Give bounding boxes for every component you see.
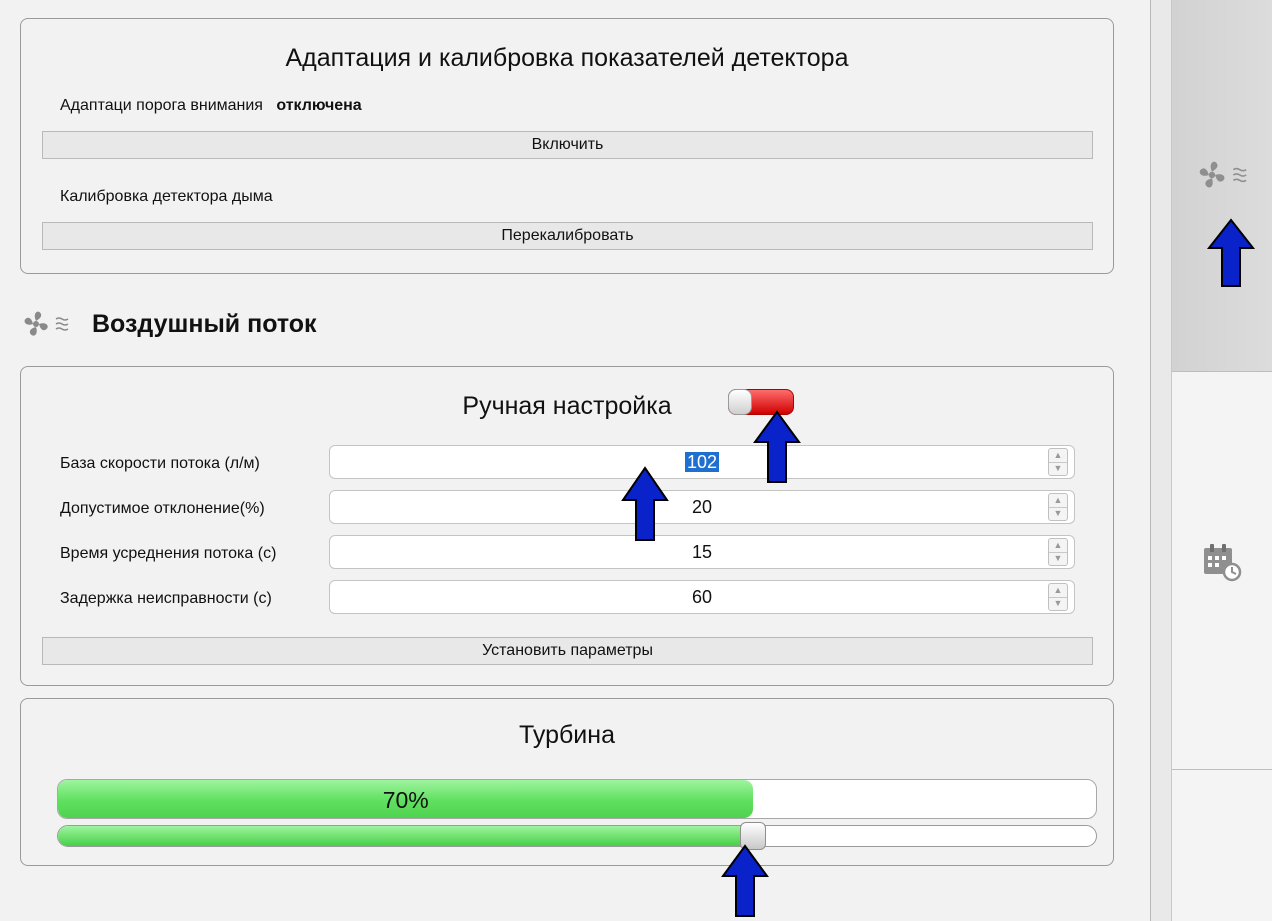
- enable-button[interactable]: Включить: [42, 131, 1093, 159]
- adaptation-label: Адаптаци порога внимания: [60, 97, 263, 114]
- averaging-stepper[interactable]: ▲ ▼: [1048, 538, 1068, 566]
- calibration-title: Адаптация и калибровка показателей детек…: [285, 44, 849, 72]
- manual-settings-title: Ручная настройка: [462, 392, 672, 420]
- tab-airflow[interactable]: [1172, 0, 1272, 372]
- stepper-up-icon[interactable]: ▲: [1049, 494, 1067, 508]
- arrow-up-icon: [1206, 218, 1256, 287]
- adaptation-row: Адаптаци порога внимания отключена: [60, 97, 362, 115]
- airflow-heading-icon-wrap: [22, 306, 80, 342]
- arrow-up-icon: [753, 410, 801, 483]
- flow-base-stepper[interactable]: ▲ ▼: [1048, 448, 1068, 476]
- averaging-spinbox[interactable]: 15 ▲ ▼: [329, 535, 1075, 569]
- stepper-down-icon[interactable]: ▼: [1049, 597, 1067, 610]
- turbine-title: Турбина: [519, 721, 615, 749]
- calibration-panel: Адаптация и калибровка показателей детек…: [20, 18, 1114, 274]
- stepper-up-icon[interactable]: ▲: [1049, 584, 1067, 598]
- manual-settings-panel: Ручная настройка База скорости потока (л…: [20, 366, 1114, 686]
- field-label-fault-delay: Задержка неисправности (с): [60, 590, 272, 607]
- averaging-value: 15: [691, 542, 713, 562]
- stepper-up-icon[interactable]: ▲: [1049, 539, 1067, 553]
- stepper-down-icon[interactable]: ▼: [1049, 462, 1067, 475]
- progress-text: 70%: [382, 787, 429, 813]
- smoke-calibration-label: Калибровка детектора дыма: [60, 188, 273, 205]
- turbine-slider[interactable]: [57, 822, 1097, 850]
- fault-delay-value: 60: [691, 587, 713, 607]
- stepper-down-icon[interactable]: ▼: [1049, 552, 1067, 565]
- field-label-averaging: Время усреднения потока (с): [60, 545, 277, 562]
- turbine-panel: Турбина 70%: [20, 698, 1114, 866]
- adaptation-status: отключена: [276, 97, 362, 114]
- arrow-up-icon: [621, 466, 669, 541]
- fan-airflow-icon: [24, 311, 69, 336]
- turbine-progress-bar: 70%: [57, 779, 1097, 819]
- stepper-up-icon[interactable]: ▲: [1049, 449, 1067, 463]
- tab-empty[interactable]: [1172, 770, 1272, 921]
- flow-base-value: 102: [684, 452, 720, 472]
- tolerance-spinbox[interactable]: 20 ▲ ▼: [329, 490, 1075, 524]
- fan-airflow-icon: [1199, 161, 1247, 188]
- flow-base-spinbox[interactable]: 102 ▲ ▼: [329, 445, 1075, 479]
- tab-schedule[interactable]: [1172, 372, 1272, 770]
- apply-parameters-button[interactable]: Установить параметры: [42, 637, 1093, 665]
- sidebar-splitter[interactable]: [1150, 0, 1172, 921]
- recalibrate-button[interactable]: Перекалибровать: [42, 222, 1093, 250]
- field-label-tolerance: Допустимое отклонение(%): [60, 500, 265, 517]
- main-area: Адаптация и калибровка показателей детек…: [0, 0, 1150, 921]
- tolerance-stepper[interactable]: ▲ ▼: [1048, 493, 1068, 521]
- calendar-clock-icon: [1204, 544, 1242, 582]
- fault-delay-stepper[interactable]: ▲ ▼: [1048, 583, 1068, 611]
- arrow-up-icon: [721, 844, 769, 917]
- fault-delay-spinbox[interactable]: 60 ▲ ▼: [329, 580, 1075, 614]
- tolerance-value: 20: [691, 497, 713, 517]
- field-label-flow-base: База скорости потока (л/м): [60, 455, 260, 472]
- toggle-knob: [728, 389, 752, 415]
- stepper-down-icon[interactable]: ▼: [1049, 507, 1067, 520]
- airflow-section-title: Воздушный поток: [92, 310, 317, 338]
- slider-fill: [58, 826, 754, 846]
